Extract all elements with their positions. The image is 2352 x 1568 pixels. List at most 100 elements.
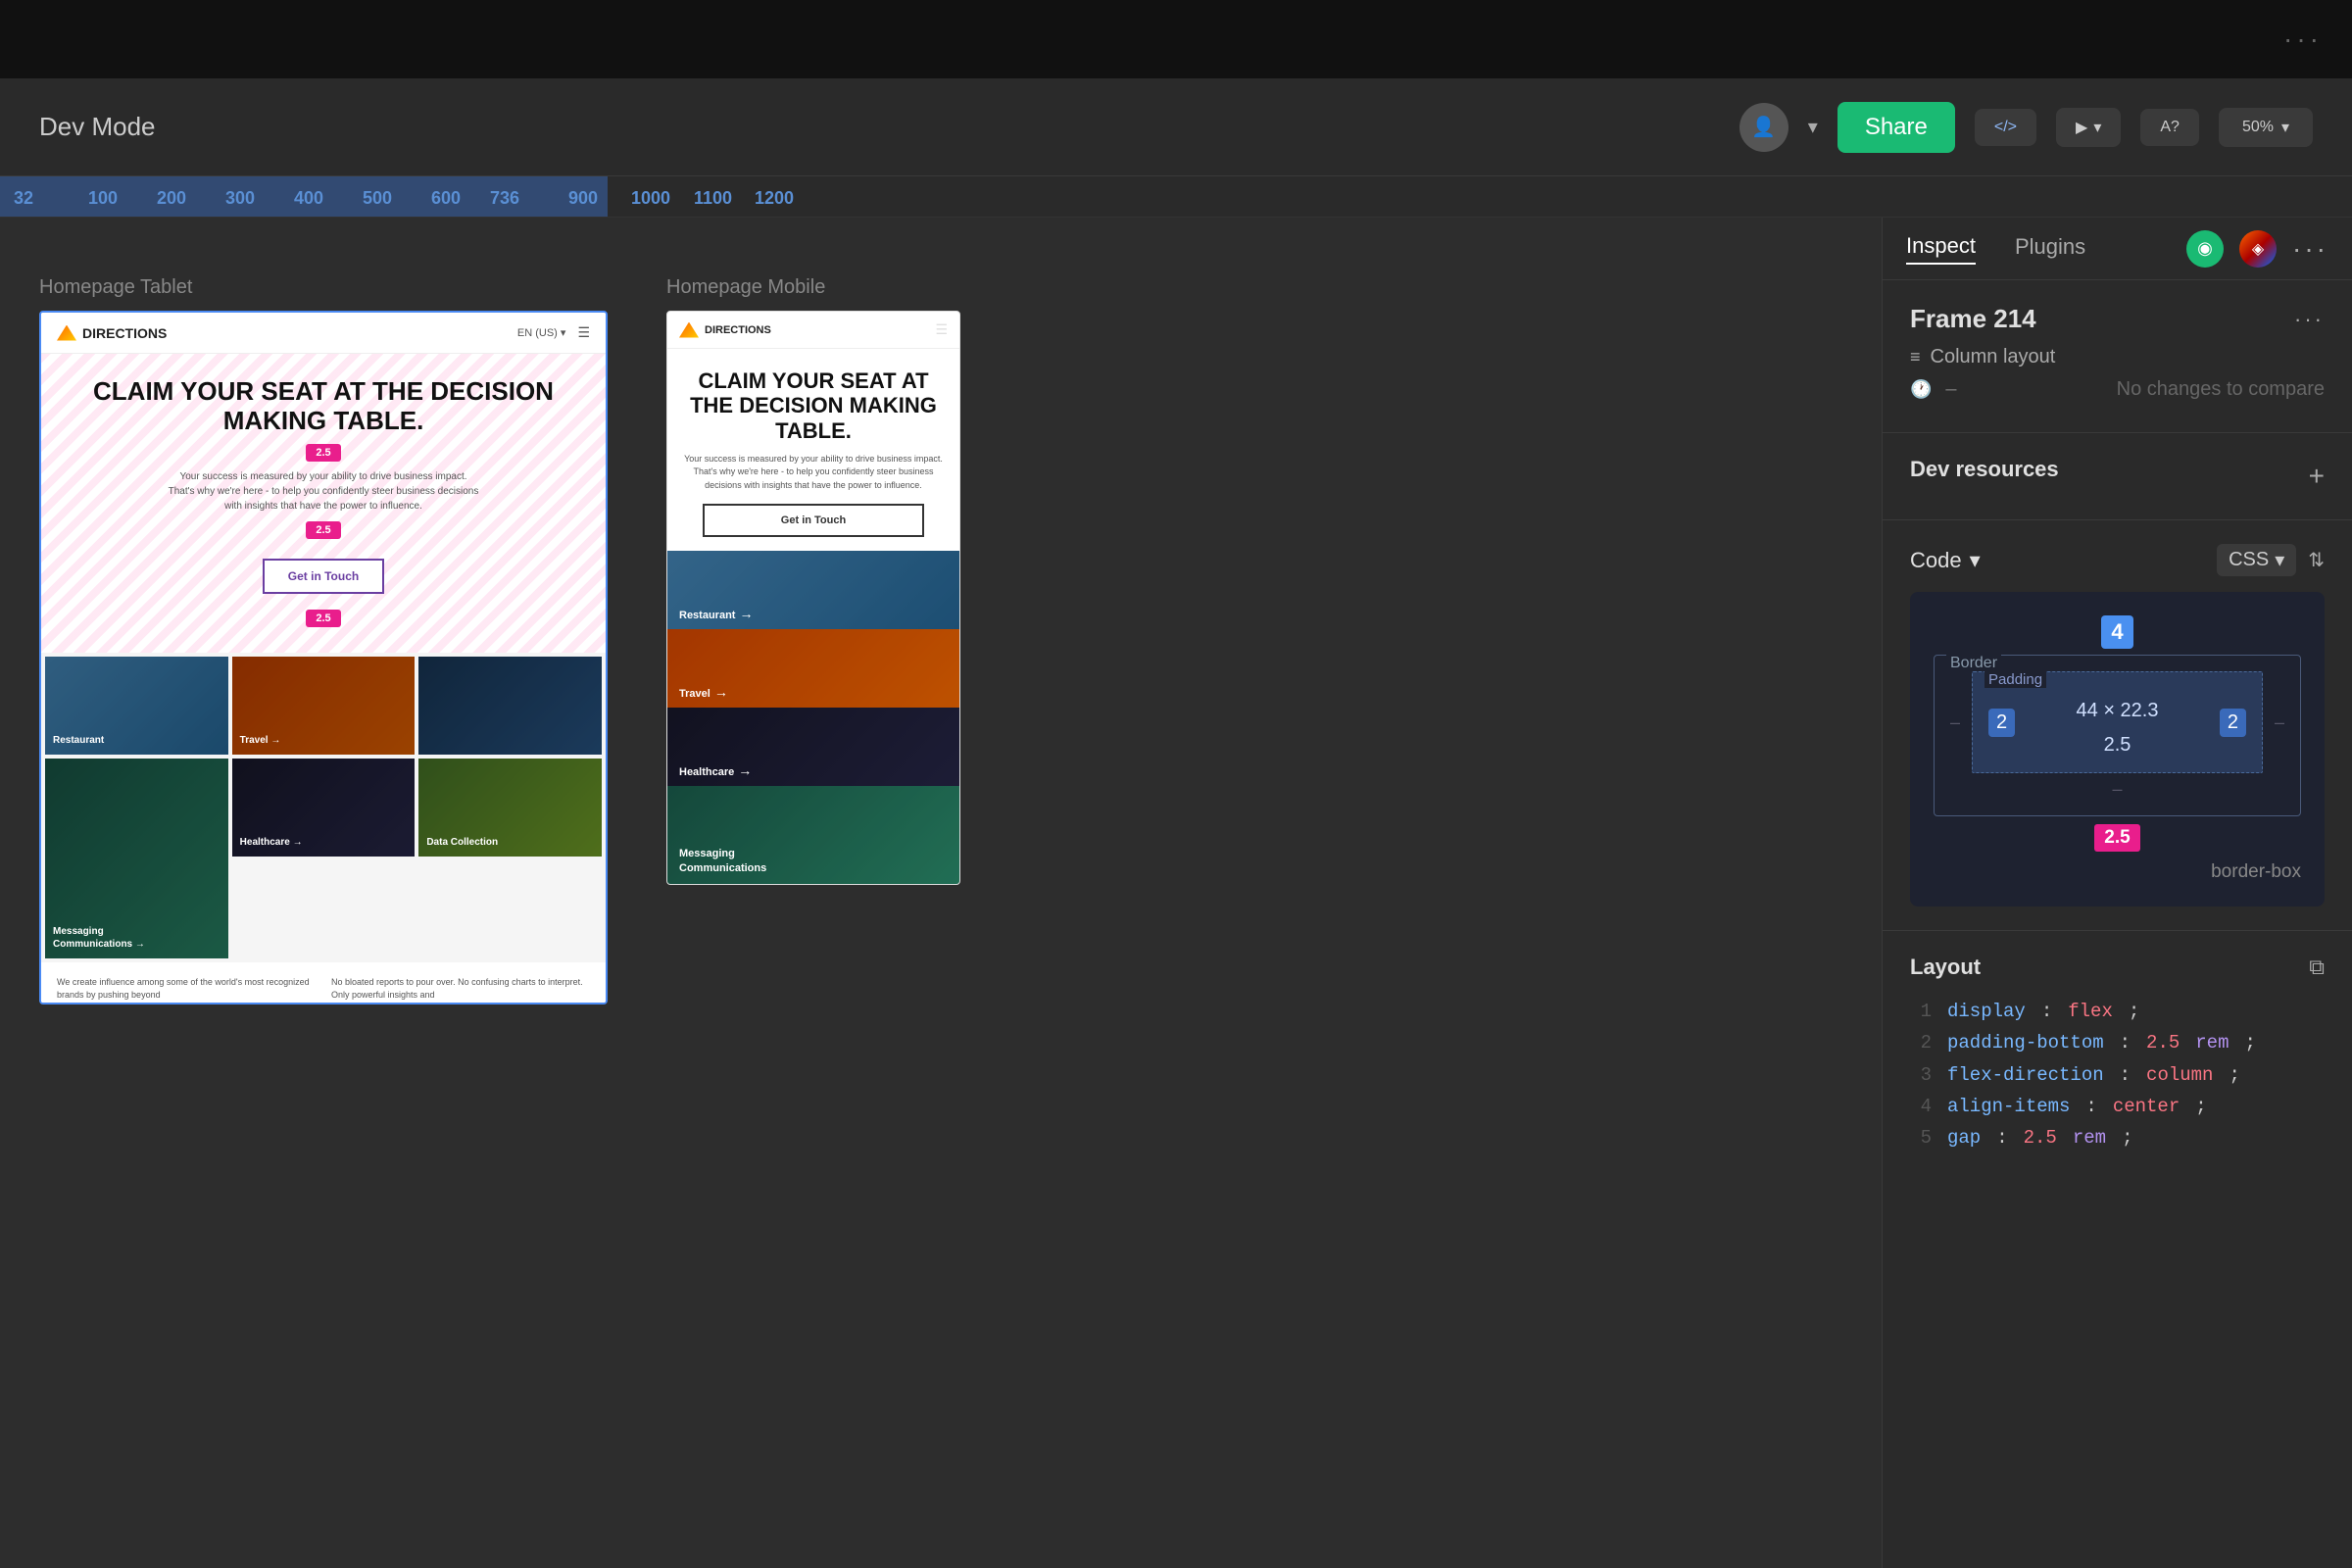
dev-resources-title: Dev resources bbox=[1910, 457, 2059, 482]
box-inner: Padding 2 44 × 22.3 2.5 2 bbox=[1972, 671, 2263, 773]
unit-rem-1: rem bbox=[2195, 1027, 2229, 1058]
tablet-lang[interactable]: EN (US) ▾ bbox=[517, 326, 566, 339]
tablet-card-restaurant[interactable]: Restaurant bbox=[45, 657, 228, 755]
tablet-card-healthcare[interactable]: Healthcare → bbox=[232, 759, 416, 857]
code-header: Code ▾ CSS ▾ ⇅ bbox=[1910, 544, 2325, 576]
panel-icon-layers[interactable]: ◈ bbox=[2239, 230, 2277, 268]
no-changes-label: No changes to compare bbox=[2117, 378, 2325, 401]
line-num-5: 5 bbox=[1910, 1122, 1932, 1153]
prop-flex-direction: flex-direction bbox=[1947, 1059, 2104, 1091]
tablet-card-datacollection[interactable]: Data Collection bbox=[418, 759, 602, 857]
code-chevron: ▾ bbox=[1970, 548, 1981, 573]
inspect-panel: Inspect Plugins ◉ ◈ ··· Frame 214 ··· ≡ … bbox=[1882, 218, 2352, 1568]
mobile-frame-label: Homepage Mobile bbox=[666, 276, 960, 299]
share-button[interactable]: Share bbox=[1838, 102, 1955, 153]
hero-title: CLAIM YOUR SEAT AT THE DECISION MAKING T… bbox=[61, 377, 586, 436]
tablet-hero: CLAIM YOUR SEAT AT THE DECISION MAKING T… bbox=[41, 354, 606, 653]
tablet-hero-body: Your success is measured by your ability… bbox=[167, 469, 480, 514]
ruler-300: 300 bbox=[225, 188, 255, 209]
panel-icons: ◉ ◈ ··· bbox=[2186, 230, 2328, 268]
box-bottom-row: – bbox=[1950, 779, 2284, 800]
mobile-healthcare-arrow: → bbox=[738, 762, 752, 778]
code-line-1: 1 display : flex ; bbox=[1910, 996, 2325, 1027]
mobile-hero-title: CLAIM YOUR SEAT AT THE DECISION MAKING T… bbox=[683, 368, 944, 443]
panel-icon-eye[interactable]: ◉ bbox=[2186, 230, 2224, 268]
mobile-card-travel[interactable]: Travel → bbox=[667, 629, 959, 708]
mobile-restaurant-label: Restaurant bbox=[679, 610, 735, 621]
datacollection-label: Data Collection bbox=[426, 836, 498, 849]
box-padding-bottom: 2.5 bbox=[2015, 734, 2220, 757]
line-num-1: 1 bbox=[1910, 996, 1932, 1027]
border-box-label: border-box bbox=[1934, 861, 2301, 883]
play-dropdown-chevron: ▾ bbox=[2093, 118, 2101, 137]
tablet-bottom-col1: We create influence among some of the wo… bbox=[57, 976, 316, 1003]
ruler-100: 100 bbox=[88, 188, 118, 209]
frame-dots-button[interactable]: ··· bbox=[2294, 307, 2325, 332]
frame-title-row: Frame 214 ··· bbox=[1910, 304, 2325, 334]
mobile-cta-button[interactable]: Get in Touch bbox=[703, 504, 924, 537]
add-resource-button[interactable]: + bbox=[2309, 461, 2325, 492]
mobile-menu-icon[interactable]: ☰ bbox=[935, 321, 948, 338]
tablet-cards-grid: Restaurant Travel → bbox=[41, 653, 606, 962]
css-label: CSS bbox=[2229, 549, 2269, 571]
system-dots-icon: ··· bbox=[2283, 24, 2323, 54]
avatar-dropdown-chevron[interactable]: ▾ bbox=[1808, 115, 1818, 139]
code-lang-selector[interactable]: CSS ▾ bbox=[2217, 544, 2296, 576]
tablet-badge-3: 2.5 bbox=[306, 610, 340, 627]
mobile-travel-label: Travel bbox=[679, 688, 710, 700]
tablet-card-travel[interactable]: Travel → bbox=[232, 657, 416, 755]
box-bottom-badge: 2.5 bbox=[1934, 824, 2301, 852]
code-button[interactable]: </> bbox=[1975, 109, 2036, 146]
mobile-hero: CLAIM YOUR SEAT AT THE DECISION MAKING T… bbox=[667, 349, 959, 551]
code-settings-icon[interactable]: ⇅ bbox=[2308, 548, 2325, 572]
panel-dots-button[interactable]: ··· bbox=[2292, 233, 2328, 265]
border-label: Border bbox=[1946, 655, 2001, 672]
tablet-menu-icon[interactable]: ☰ bbox=[577, 324, 590, 341]
ruler-start: 32 bbox=[14, 188, 33, 209]
zoom-button[interactable]: 50% ▾ bbox=[2219, 108, 2313, 147]
ruler-600: 600 bbox=[431, 188, 461, 209]
tab-inspect[interactable]: Inspect bbox=[1906, 233, 1976, 265]
mobile-card-healthcare[interactable]: Healthcare → bbox=[667, 708, 959, 786]
padding-label: Padding bbox=[1984, 671, 2046, 688]
line-num-2: 2 bbox=[1910, 1027, 1932, 1058]
mobile-logo-text: DIRECTIONS bbox=[705, 324, 771, 336]
unit-rem-2: rem bbox=[2073, 1122, 2106, 1153]
mobile-card-overlay bbox=[667, 629, 959, 708]
tablet-card-messaging[interactable]: MessagingCommunications → bbox=[45, 759, 228, 958]
frame-section: Frame 214 ··· ≡ Column layout 🕐 – No cha… bbox=[1883, 280, 2352, 433]
box-outer-side-row: – Padding 2 44 × 22.3 2.5 2 bbox=[1950, 671, 2284, 773]
tablet-badge-2: 2.5 bbox=[306, 521, 340, 539]
mobile-frame: Homepage Mobile DIRECTIONS ☰ CLAIM YOUR … bbox=[666, 276, 960, 885]
mobile-card-restaurant[interactable]: Restaurant → bbox=[667, 551, 959, 629]
canvas-area: Homepage Tablet DIRECTIONS EN (US) ▾ ☰ bbox=[0, 218, 1882, 1568]
tab-plugins[interactable]: Plugins bbox=[2015, 234, 2085, 264]
code-line-4: 4 align-items : center ; bbox=[1910, 1091, 2325, 1122]
code-label: Code bbox=[1910, 548, 1962, 573]
mobile-hero-body: Your success is measured by your ability… bbox=[683, 453, 944, 493]
column-layout-row: ≡ Column layout bbox=[1910, 346, 2325, 368]
mobile-card-messaging[interactable]: MessagingCommunications bbox=[667, 786, 959, 884]
tablet-bottom-col2: No bloated reports to pour over. No conf… bbox=[331, 976, 590, 1003]
box-top-num: 4 bbox=[2101, 615, 2132, 649]
code-title[interactable]: Code ▾ bbox=[1910, 548, 1981, 573]
play-button[interactable]: ▶ ▾ bbox=[2056, 108, 2121, 147]
text-button[interactable]: A? bbox=[2140, 109, 2199, 146]
frame-title: Frame 214 bbox=[1910, 304, 2036, 334]
history-row: 🕐 – No changes to compare bbox=[1910, 378, 2325, 401]
bottom-badge: 2.5 bbox=[2094, 824, 2139, 852]
ruler-selected: 736 bbox=[490, 188, 519, 209]
box-size-label: 44 × 22.3 bbox=[2015, 688, 2220, 734]
tablet-card-ocean[interactable] bbox=[418, 657, 602, 755]
code-block: 1 display : flex ; 2 padding-bottom : 2.… bbox=[1910, 996, 2325, 1153]
ruler-1100: 1100 bbox=[694, 188, 732, 209]
tablet-cta-button[interactable]: Get in Touch bbox=[263, 559, 384, 594]
copy-layout-button[interactable]: ⧉ bbox=[2309, 955, 2325, 980]
box-right-outer-dash: – bbox=[2275, 712, 2284, 733]
dev-resources-header: Dev resources + bbox=[1910, 457, 2325, 496]
card-overlay bbox=[418, 657, 602, 755]
zoom-level: 50% bbox=[2242, 119, 2274, 136]
tablet-frame: Homepage Tablet DIRECTIONS EN (US) ▾ ☰ bbox=[39, 276, 608, 1004]
history-dash: – bbox=[1945, 378, 1984, 401]
layout-title: Layout bbox=[1910, 955, 1981, 980]
